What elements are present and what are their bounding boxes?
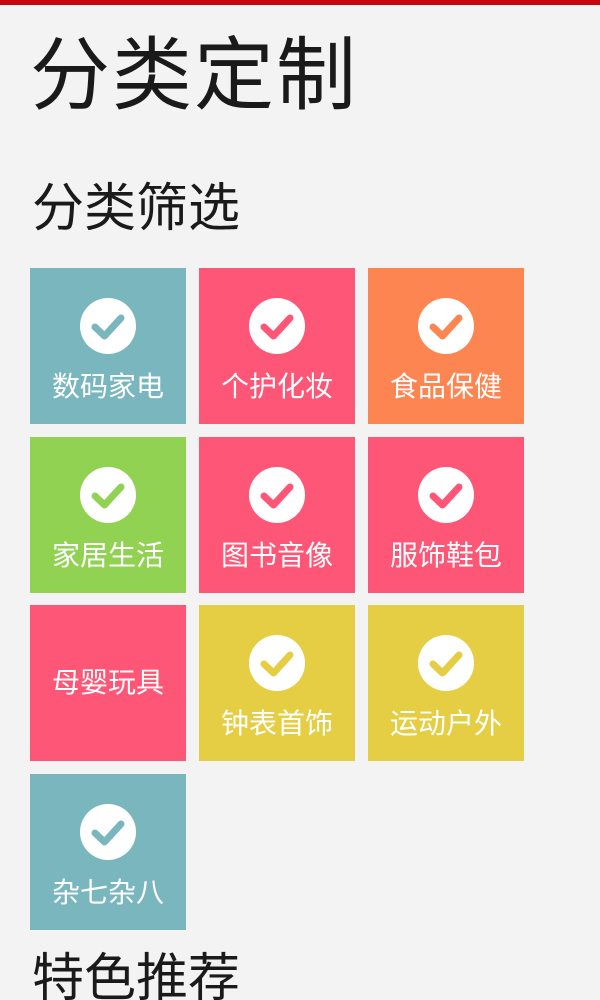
category-label: 母婴玩具 [51, 666, 164, 699]
check-circle-icon [80, 298, 136, 354]
check-circle-icon [249, 467, 305, 523]
category-label: 图书音像 [220, 539, 333, 572]
category-label: 食品保健 [389, 370, 502, 403]
category-tile[interactable]: 母婴玩具 [30, 605, 186, 761]
check-circle-icon [249, 635, 305, 691]
category-tile[interactable]: 运动户外 [368, 605, 524, 761]
category-label: 运动户外 [389, 707, 502, 740]
check-circle-icon [249, 298, 305, 354]
check-circle-icon [418, 467, 474, 523]
check-circle-icon [80, 804, 136, 860]
category-tile[interactable]: 食品保健 [368, 268, 524, 424]
check-circle-icon [418, 298, 474, 354]
top-accent-bar [0, 0, 600, 5]
category-label: 数码家电 [51, 370, 164, 403]
category-label: 家居生活 [51, 539, 164, 572]
category-tile[interactable]: 数码家电 [30, 268, 186, 424]
check-circle-icon [418, 635, 474, 691]
category-tile[interactable]: 图书音像 [199, 437, 355, 593]
category-label: 个护化妆 [220, 370, 333, 403]
category-label: 钟表首饰 [220, 707, 333, 740]
category-tile[interactable]: 家居生活 [30, 437, 186, 593]
check-circle-icon [80, 467, 136, 523]
page-title: 分类定制 [30, 29, 358, 122]
category-tile[interactable]: 钟表首饰 [199, 605, 355, 761]
category-label: 服饰鞋包 [389, 539, 502, 572]
section-title-filter: 分类筛选 [32, 179, 241, 239]
category-tile[interactable]: 个护化妆 [199, 268, 355, 424]
section-title-featured: 特色推荐 [32, 949, 241, 1000]
category-label: 杂七杂八 [51, 876, 164, 909]
category-tile[interactable]: 杂七杂八 [30, 774, 186, 930]
category-tile[interactable]: 服饰鞋包 [368, 437, 524, 593]
